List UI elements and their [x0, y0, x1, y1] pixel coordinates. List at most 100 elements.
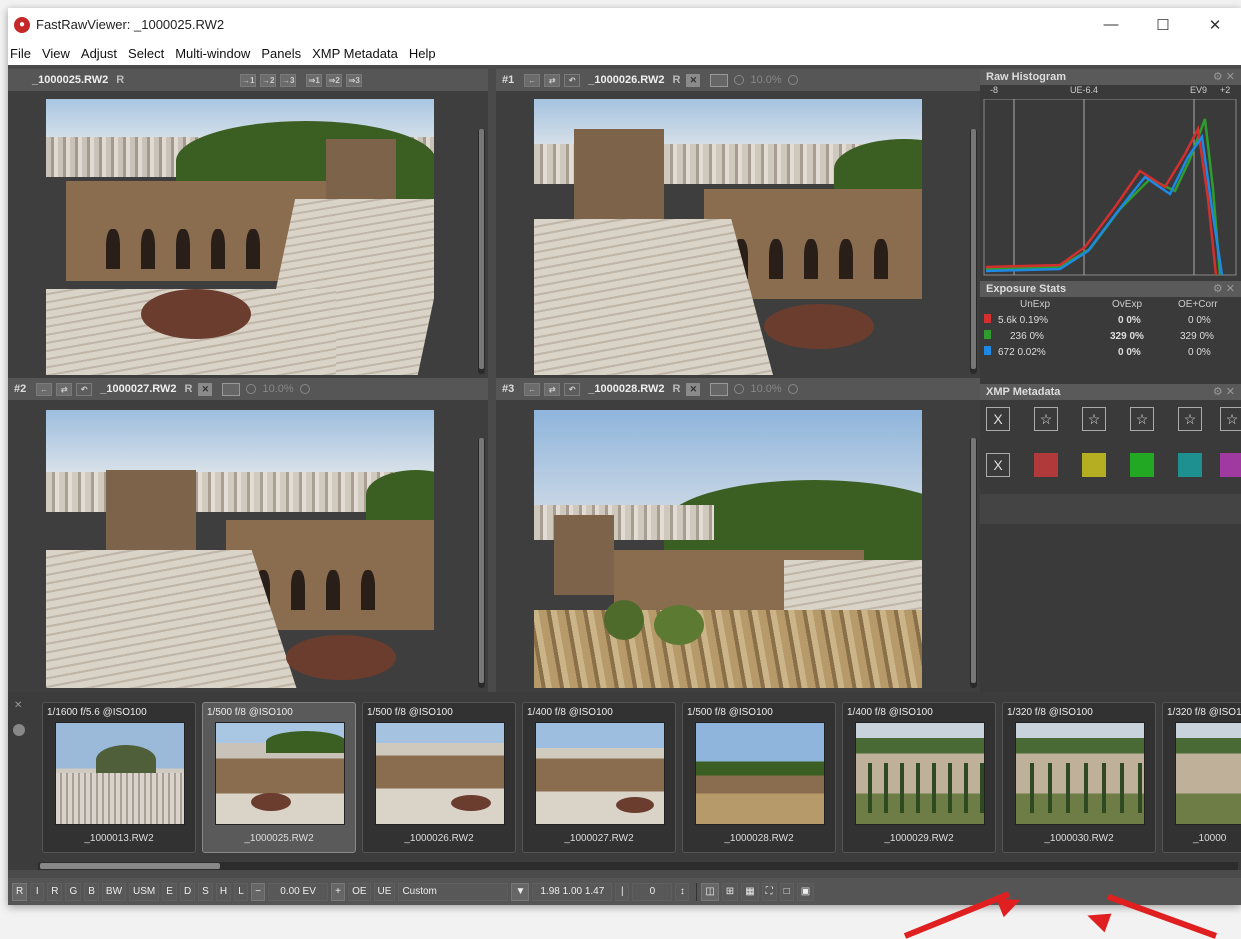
grid-view-icon[interactable]: ▦ [741, 882, 759, 901]
clear-label-button[interactable]: X [986, 453, 1010, 477]
number-value[interactable]: 0 [632, 882, 673, 901]
filmstrip-scrollbar[interactable] [38, 862, 1238, 870]
close-pane-button[interactable]: ✕ [198, 382, 213, 396]
panel-controls-icon[interactable]: ⚙ ✕ [1213, 281, 1235, 297]
star-3-button[interactable]: ☆ [1130, 407, 1154, 431]
menu-select[interactable]: Select [128, 46, 164, 61]
star-2-button[interactable]: ☆ [1082, 407, 1106, 431]
zoom-in-icon[interactable] [299, 384, 310, 394]
red-channel-button[interactable]: R [47, 882, 63, 901]
zoom-out-icon[interactable] [734, 75, 745, 85]
ue-button[interactable]: UE [373, 882, 396, 901]
zoom-fit-icon[interactable]: □ [779, 882, 794, 901]
photo-wide-view[interactable] [534, 410, 922, 688]
slider-icon[interactable]: | [615, 882, 630, 901]
thumbnail-item[interactable]: 1/400 f/8 @ISO100 _1000027.RW2 [522, 702, 676, 853]
thumbnail-item[interactable]: 1/320 f/8 @ISO100 _1000030.RW2 [1002, 702, 1156, 853]
menu-help[interactable]: Help [409, 46, 436, 61]
l-button[interactable]: L [234, 882, 249, 901]
zoom-out-icon[interactable] [734, 384, 745, 394]
label-green-button[interactable] [1130, 453, 1154, 477]
pane-vertical-scrollbar[interactable] [478, 129, 485, 374]
star-1-button[interactable]: ☆ [1034, 407, 1058, 431]
photo-theatre-left[interactable] [46, 99, 434, 375]
white-balance-values[interactable]: 1.98 1.00 1.47 [532, 882, 613, 901]
ev-minus-button[interactable]: − [251, 882, 266, 901]
menu-panels[interactable]: Panels [261, 46, 301, 61]
panel-controls-icon[interactable]: ⚙ ✕ [1213, 69, 1235, 85]
panel-controls-icon[interactable]: ⚙ ✕ [1213, 384, 1235, 400]
h-button[interactable]: H [215, 882, 232, 901]
sync-pane-3-button[interactable]: ⇒3 [346, 73, 363, 87]
label-yellow-button[interactable] [1082, 453, 1106, 477]
menu-view[interactable]: View [42, 46, 70, 61]
pane-vertical-scrollbar[interactable] [970, 438, 977, 688]
close-pane-button[interactable]: ✕ [686, 382, 701, 396]
camera-icon[interactable] [710, 73, 729, 87]
thumbnail-item[interactable]: 1/1600 f/5.6 @ISO100 _1000013.RW2 [42, 702, 196, 853]
filmstrip-settings-icon[interactable] [13, 724, 25, 736]
pane-prev-button[interactable]: ← [36, 382, 53, 396]
menu-file[interactable]: File [10, 46, 31, 61]
profile-select[interactable]: Custom [398, 882, 509, 901]
filmstrip-close-icon[interactable]: ✕ [14, 700, 22, 711]
photo-theatre-right[interactable] [534, 99, 922, 375]
raw-button[interactable]: R [12, 882, 28, 901]
menu-xmp-metadata[interactable]: XMP Metadata [312, 46, 398, 61]
pane-vertical-scrollbar[interactable] [478, 438, 485, 688]
photo-theatre-right[interactable] [46, 410, 434, 688]
multi-view-mode-icon[interactable]: ⊞ [721, 882, 739, 901]
link-pane-2-button[interactable]: →2 [260, 73, 277, 87]
oe-button[interactable]: OE [348, 882, 371, 901]
label-teal-button[interactable] [1178, 453, 1202, 477]
thumbnail-item[interactable]: 1/500 f/8 @ISO100 _1000026.RW2 [362, 702, 516, 853]
s-button[interactable]: S [198, 882, 213, 901]
reject-rating-button[interactable]: X [986, 407, 1010, 431]
link-pane-3-button[interactable]: →3 [280, 73, 297, 87]
zoom-out-icon[interactable] [246, 384, 257, 394]
minimize-button[interactable]: — [1085, 8, 1137, 41]
compare-icon[interactable]: ▣ [796, 882, 815, 901]
thumbnail-item[interactable]: 1/400 f/8 @ISO100 _1000029.RW2 [842, 702, 996, 853]
pane-rotate-button[interactable]: ↶ [564, 382, 581, 396]
pane-prev-button[interactable]: ← [524, 382, 541, 396]
d-button[interactable]: D [179, 882, 196, 901]
e-button[interactable]: E [162, 882, 177, 901]
zoom-in-icon[interactable] [787, 384, 798, 394]
menu-multi-window[interactable]: Multi-window [175, 46, 250, 61]
camera-icon[interactable] [222, 382, 241, 396]
camera-icon[interactable] [710, 382, 729, 396]
pane-link-button[interactable]: ⇄ [56, 382, 73, 396]
sync-pane-2-button[interactable]: ⇒2 [326, 73, 343, 87]
maximize-button[interactable]: ☐ [1137, 8, 1189, 41]
raw-histogram[interactable] [980, 99, 1241, 277]
usm-button[interactable]: USM [129, 882, 160, 901]
thumbnail-item[interactable]: 1/320 f/8 @ISO100 _10000 [1162, 702, 1241, 853]
thumbnail-item-selected[interactable]: 1/500 f/8 @ISO100 _1000025.RW2 [202, 702, 356, 853]
label-purple-button[interactable] [1220, 453, 1241, 477]
close-pane-button[interactable]: ✕ [686, 73, 701, 87]
zoom-in-icon[interactable] [787, 75, 798, 85]
label-red-button[interactable] [1034, 453, 1058, 477]
profile-dropdown-icon[interactable]: ▼ [511, 882, 530, 901]
number-stepper[interactable]: ↕ [675, 882, 690, 901]
close-button[interactable]: ✕ [1189, 8, 1241, 41]
pane-rotate-button[interactable]: ↶ [76, 382, 93, 396]
thumbnail-item[interactable]: 1/500 f/8 @ISO100 _1000028.RW2 [682, 702, 836, 853]
fullscreen-icon[interactable]: ⛶ [761, 882, 777, 901]
blue-channel-button[interactable]: B [84, 882, 99, 901]
pane-link-button[interactable]: ⇄ [544, 73, 561, 87]
sync-pane-1-button[interactable]: ⇒1 [306, 73, 323, 87]
bw-button[interactable]: BW [101, 882, 127, 901]
menu-adjust[interactable]: Adjust [81, 46, 117, 61]
pane-link-button[interactable]: ⇄ [544, 382, 561, 396]
pane-vertical-scrollbar[interactable] [970, 129, 977, 374]
single-view-mode-icon[interactable]: ◫ [701, 882, 719, 901]
info-button[interactable]: I [30, 882, 45, 901]
ev-value[interactable]: 0.00 EV [268, 882, 329, 901]
ev-plus-button[interactable]: + [331, 882, 346, 901]
green-channel-button[interactable]: G [65, 882, 82, 901]
pane-prev-button[interactable]: ← [524, 73, 541, 87]
link-pane-1-button[interactable]: →1 [240, 73, 257, 87]
star-4-button[interactable]: ☆ [1178, 407, 1202, 431]
